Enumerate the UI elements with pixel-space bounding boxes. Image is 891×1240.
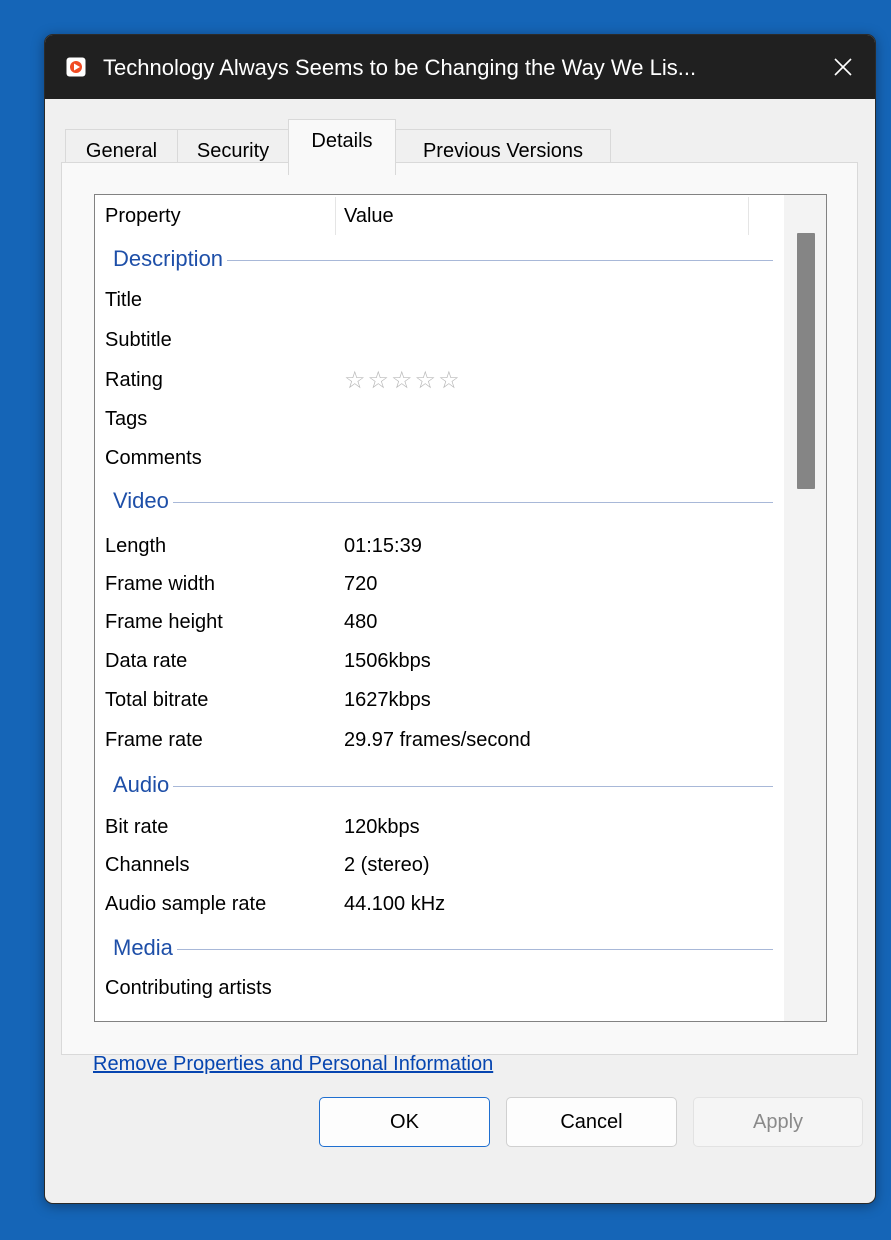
- group-divider-line: [113, 786, 773, 787]
- property-row-channels[interactable]: Channels 2 (stereo): [105, 850, 765, 880]
- group-label: Media: [113, 934, 177, 962]
- group-label: Audio: [113, 771, 174, 799]
- column-divider[interactable]: [335, 197, 336, 235]
- group-header-video: Video: [113, 487, 773, 517]
- property-row-comments[interactable]: Comments: [105, 443, 765, 473]
- property-row-rating[interactable]: Rating ☆ ☆ ☆ ☆ ☆: [105, 365, 765, 395]
- property-row-frame-rate[interactable]: Frame rate 29.97 frames/second: [105, 725, 765, 755]
- media-player-icon: [66, 57, 86, 77]
- property-row-data-rate[interactable]: Data rate 1506kbps: [105, 646, 765, 676]
- column-header-property[interactable]: Property: [105, 205, 181, 228]
- property-name: Channels: [105, 854, 190, 876]
- property-name: Frame rate: [105, 729, 203, 751]
- group-header-description: Description: [113, 245, 773, 275]
- property-value: 01:15:39: [344, 535, 422, 557]
- property-row-total-bitrate[interactable]: Total bitrate 1627kbps: [105, 685, 765, 715]
- close-button[interactable]: [811, 35, 875, 99]
- property-list[interactable]: Property Value Description Title Subtitl…: [94, 194, 827, 1022]
- property-value: 44.100 kHz: [344, 893, 446, 915]
- star-icon[interactable]: ☆: [415, 368, 437, 392]
- property-row-frame-height[interactable]: Frame height 480: [105, 607, 765, 637]
- rating-stars[interactable]: ☆ ☆ ☆ ☆ ☆: [344, 368, 460, 392]
- property-name: Frame height: [105, 611, 223, 633]
- window-title: Technology Always Seems to be Changing t…: [103, 55, 697, 80]
- property-name: Total bitrate: [105, 689, 209, 711]
- group-header-media: Media: [113, 934, 773, 964]
- tab-details[interactable]: Details: [288, 119, 396, 175]
- property-row-contributing-artists[interactable]: Contributing artists: [105, 973, 765, 1003]
- property-value: 120kbps: [344, 816, 420, 838]
- apply-button[interactable]: Apply: [693, 1097, 863, 1147]
- property-name: Frame width: [105, 573, 216, 595]
- property-row-frame-width[interactable]: Frame width 720: [105, 569, 765, 599]
- ok-button[interactable]: OK: [319, 1097, 490, 1147]
- group-divider-line: [113, 949, 773, 950]
- group-label: Description: [113, 245, 228, 273]
- star-icon[interactable]: ☆: [368, 368, 390, 392]
- column-header-value[interactable]: Value: [344, 205, 394, 228]
- group-header-audio: Audio: [113, 771, 773, 801]
- star-icon[interactable]: ☆: [391, 368, 413, 392]
- property-value: 1506kbps: [344, 650, 431, 672]
- remove-properties-link[interactable]: Remove Properties and Personal Informati…: [93, 1053, 493, 1076]
- vertical-scrollbar[interactable]: [784, 195, 826, 1021]
- property-value: 720: [344, 573, 378, 595]
- star-icon[interactable]: ☆: [344, 368, 366, 392]
- details-panel: Property Value Description Title Subtitl…: [61, 162, 858, 1055]
- column-header: Property Value: [95, 195, 785, 235]
- property-name: Contributing artists: [105, 977, 272, 999]
- property-name: Title: [105, 289, 143, 311]
- property-value: 29.97 frames/second: [344, 729, 531, 751]
- scrollbar-thumb[interactable]: [797, 233, 815, 489]
- title-bar[interactable]: Technology Always Seems to be Changing t…: [45, 35, 875, 99]
- property-name: Comments: [105, 447, 202, 469]
- property-name: Tags: [105, 408, 148, 430]
- tab-strip: General Security Details Previous Versio…: [65, 119, 865, 175]
- property-name: Length: [105, 535, 167, 557]
- property-row-tags[interactable]: Tags: [105, 404, 765, 434]
- property-value: 1627kbps: [344, 689, 431, 711]
- property-name: Audio sample rate: [105, 893, 267, 915]
- group-divider-line: [113, 502, 773, 503]
- property-row-title[interactable]: Title: [105, 285, 765, 315]
- property-row-length[interactable]: Length 01:15:39: [105, 531, 765, 561]
- property-value: 480: [344, 611, 378, 633]
- properties-dialog: Technology Always Seems to be Changing t…: [44, 34, 876, 1204]
- star-icon[interactable]: ☆: [438, 368, 460, 392]
- group-label: Video: [113, 487, 173, 515]
- cancel-button[interactable]: Cancel: [506, 1097, 677, 1147]
- property-row-subtitle[interactable]: Subtitle: [105, 325, 765, 355]
- column-divider[interactable]: [748, 197, 749, 235]
- property-row-bit-rate[interactable]: Bit rate 120kbps: [105, 812, 765, 842]
- property-name: Rating: [105, 369, 163, 391]
- property-value: 2 (stereo): [344, 854, 430, 876]
- property-row-audio-sample-rate[interactable]: Audio sample rate 44.100 kHz: [105, 889, 765, 919]
- close-icon: [834, 58, 852, 76]
- property-name: Data rate: [105, 650, 188, 672]
- property-name: Bit rate: [105, 816, 169, 838]
- property-name: Subtitle: [105, 329, 172, 351]
